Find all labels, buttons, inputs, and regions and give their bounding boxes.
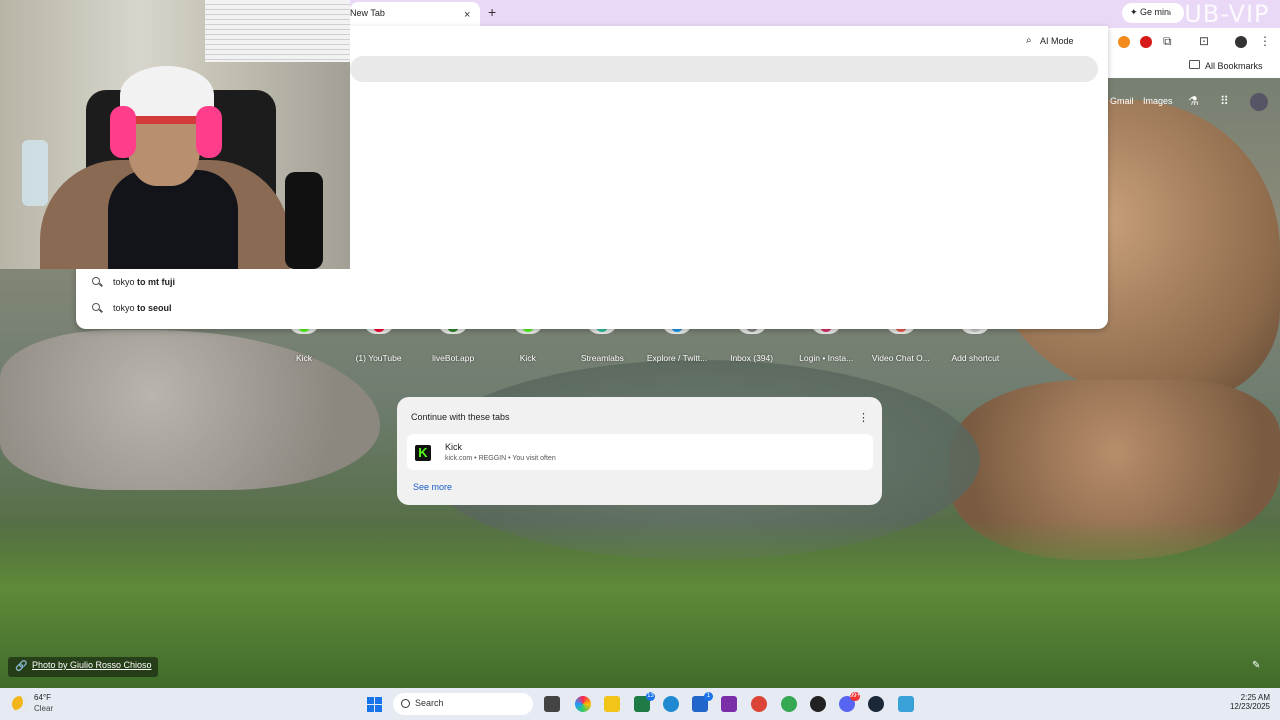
menu-icon[interactable]: ⋮ xyxy=(1259,34,1271,48)
ai-mode-label: AI Mode xyxy=(1040,36,1074,46)
shortcut-label[interactable]: (1) YouTube xyxy=(339,353,419,363)
notification-badge: 99+ xyxy=(849,692,860,701)
notification-badge: 13 xyxy=(646,692,655,701)
app-icon[interactable] xyxy=(721,696,737,712)
shortcut-label[interactable]: Video Chat O... xyxy=(861,353,941,363)
tab-new-tab[interactable]: New Tab × xyxy=(350,2,480,28)
account-avatar[interactable] xyxy=(1250,93,1268,111)
apps-grid-icon[interactable]: ⠿ xyxy=(1220,94,1229,108)
shortcut-label[interactable]: Add shortcut xyxy=(935,353,1015,363)
photo-credit-link[interactable]: 🔗 Photo by Giulio Rosso Chioso xyxy=(8,657,158,677)
all-bookmarks-button[interactable]: All Bookmarks xyxy=(1189,60,1263,71)
taskbar-search[interactable]: Search xyxy=(393,693,533,715)
suggestion-item[interactable]: tokyo to mt fuji xyxy=(76,272,1108,296)
continue-tab-item[interactable]: K Kick kick.com • REGGIN • You visit oft… xyxy=(407,434,873,470)
tab-item-subtitle: kick.com • REGGIN • You visit often xyxy=(445,455,556,462)
photo-credit-text: Photo by Giulio Rosso Chioso xyxy=(32,660,152,670)
notification-badge: 1 xyxy=(704,692,713,701)
new-tab-button[interactable]: + xyxy=(488,4,496,20)
link-icon: 🔗 xyxy=(15,661,28,672)
shortcut-label[interactable]: Login • Insta... xyxy=(786,353,866,363)
webcam-overlay xyxy=(0,0,350,269)
moon-icon[interactable] xyxy=(12,696,28,712)
screenshot-icon[interactable]: ⊡ xyxy=(1199,34,1209,48)
shortcut-label[interactable]: liveBot.app xyxy=(413,353,493,363)
see-more-link[interactable]: See more xyxy=(413,482,452,492)
tab-title: New Tab xyxy=(350,8,385,18)
address-bar[interactable] xyxy=(350,56,1098,82)
extension-icon[interactable] xyxy=(1140,36,1152,48)
system-clock[interactable]: 2:25 AM 12/23/2025 xyxy=(1230,693,1270,711)
suggestion-prefix: tokyo xyxy=(113,303,138,313)
tab-item-title: Kick xyxy=(445,442,463,452)
discord-icon[interactable]: 99+ xyxy=(839,692,860,712)
tab-strip: New Tab × + ✦ Ge mini SUB-VIP xyxy=(350,0,1280,28)
store-icon[interactable]: 1 xyxy=(692,692,713,712)
more-options-icon[interactable]: ⋮ xyxy=(858,411,869,424)
chrome-profile-icon[interactable] xyxy=(781,696,797,712)
extension-icon[interactable] xyxy=(1118,36,1130,48)
taskbar-search-label: Search xyxy=(415,698,444,708)
obs-icon[interactable] xyxy=(810,696,826,712)
window-blinds xyxy=(205,0,350,62)
file-explorer-icon[interactable] xyxy=(604,696,620,712)
headphone xyxy=(196,106,222,158)
ai-mode-button[interactable]: ⌕ AI Mode xyxy=(1026,35,1074,46)
edge-icon[interactable] xyxy=(663,696,679,712)
avatar[interactable] xyxy=(1235,36,1247,48)
suggestion-completion: to mt fuji xyxy=(137,277,176,287)
gmail-link[interactable]: Gmail xyxy=(1110,96,1134,106)
shortcut-label[interactable]: Inbox (394) xyxy=(712,353,792,363)
shortcut-label[interactable]: Streamlabs xyxy=(562,353,642,363)
card-title: Continue with these tabs xyxy=(411,412,510,422)
stream-watermark: SUB-VIP xyxy=(1168,0,1270,28)
microphone xyxy=(285,172,323,269)
windows-start-button[interactable] xyxy=(367,697,382,712)
water-bottle xyxy=(22,140,48,206)
labs-icon[interactable]: ⚗ xyxy=(1188,94,1199,108)
suggestion-prefix: tokyo xyxy=(113,277,138,287)
search-icon xyxy=(92,303,100,311)
steam-icon[interactable] xyxy=(868,696,884,712)
folder-icon xyxy=(1189,60,1200,69)
gemini-label: Ge mini xyxy=(1140,7,1172,17)
search-icon xyxy=(401,699,410,708)
headphone xyxy=(110,106,136,158)
kick-logo: K xyxy=(415,445,431,461)
chrome-icon[interactable] xyxy=(751,696,767,712)
suggestion-item[interactable]: tokyo to seoul xyxy=(76,298,1108,322)
bg-grass xyxy=(0,520,1280,690)
clock-date: 12/23/2025 xyxy=(1229,702,1270,711)
all-bookmarks-label: All Bookmarks xyxy=(1205,61,1263,71)
xbox-icon[interactable]: 13 xyxy=(634,692,655,712)
notepad-icon[interactable] xyxy=(898,696,914,712)
shortcut-label[interactable]: Kick xyxy=(488,353,568,363)
images-link[interactable]: Images xyxy=(1143,96,1173,106)
search-icon xyxy=(92,277,100,285)
ai-search-icon: ⌕ xyxy=(1026,35,1032,46)
copilot-icon[interactable] xyxy=(575,696,591,712)
customize-pencil-icon[interactable]: ✎ xyxy=(1252,660,1260,671)
task-view-icon[interactable] xyxy=(544,696,560,712)
shortcut-label[interactable]: Explore / Twitt... xyxy=(637,353,717,363)
close-icon[interactable]: × xyxy=(464,9,470,21)
continue-tabs-card: Continue with these tabs ⋮ K Kick kick.c… xyxy=(397,397,882,505)
clock-time: 2:25 AM xyxy=(1240,693,1270,702)
windows-taskbar: 64°F Clear Search 13 1 99+ 2:25 AM 12/23… xyxy=(0,688,1280,720)
weather-temp: 64°F xyxy=(34,693,51,702)
shortcut-label[interactable]: Kick xyxy=(264,353,344,363)
suggestion-completion: to seoul xyxy=(137,303,172,313)
puzzle-icon[interactable]: ⧉ xyxy=(1163,34,1172,49)
weather-condition: Clear xyxy=(34,704,54,713)
